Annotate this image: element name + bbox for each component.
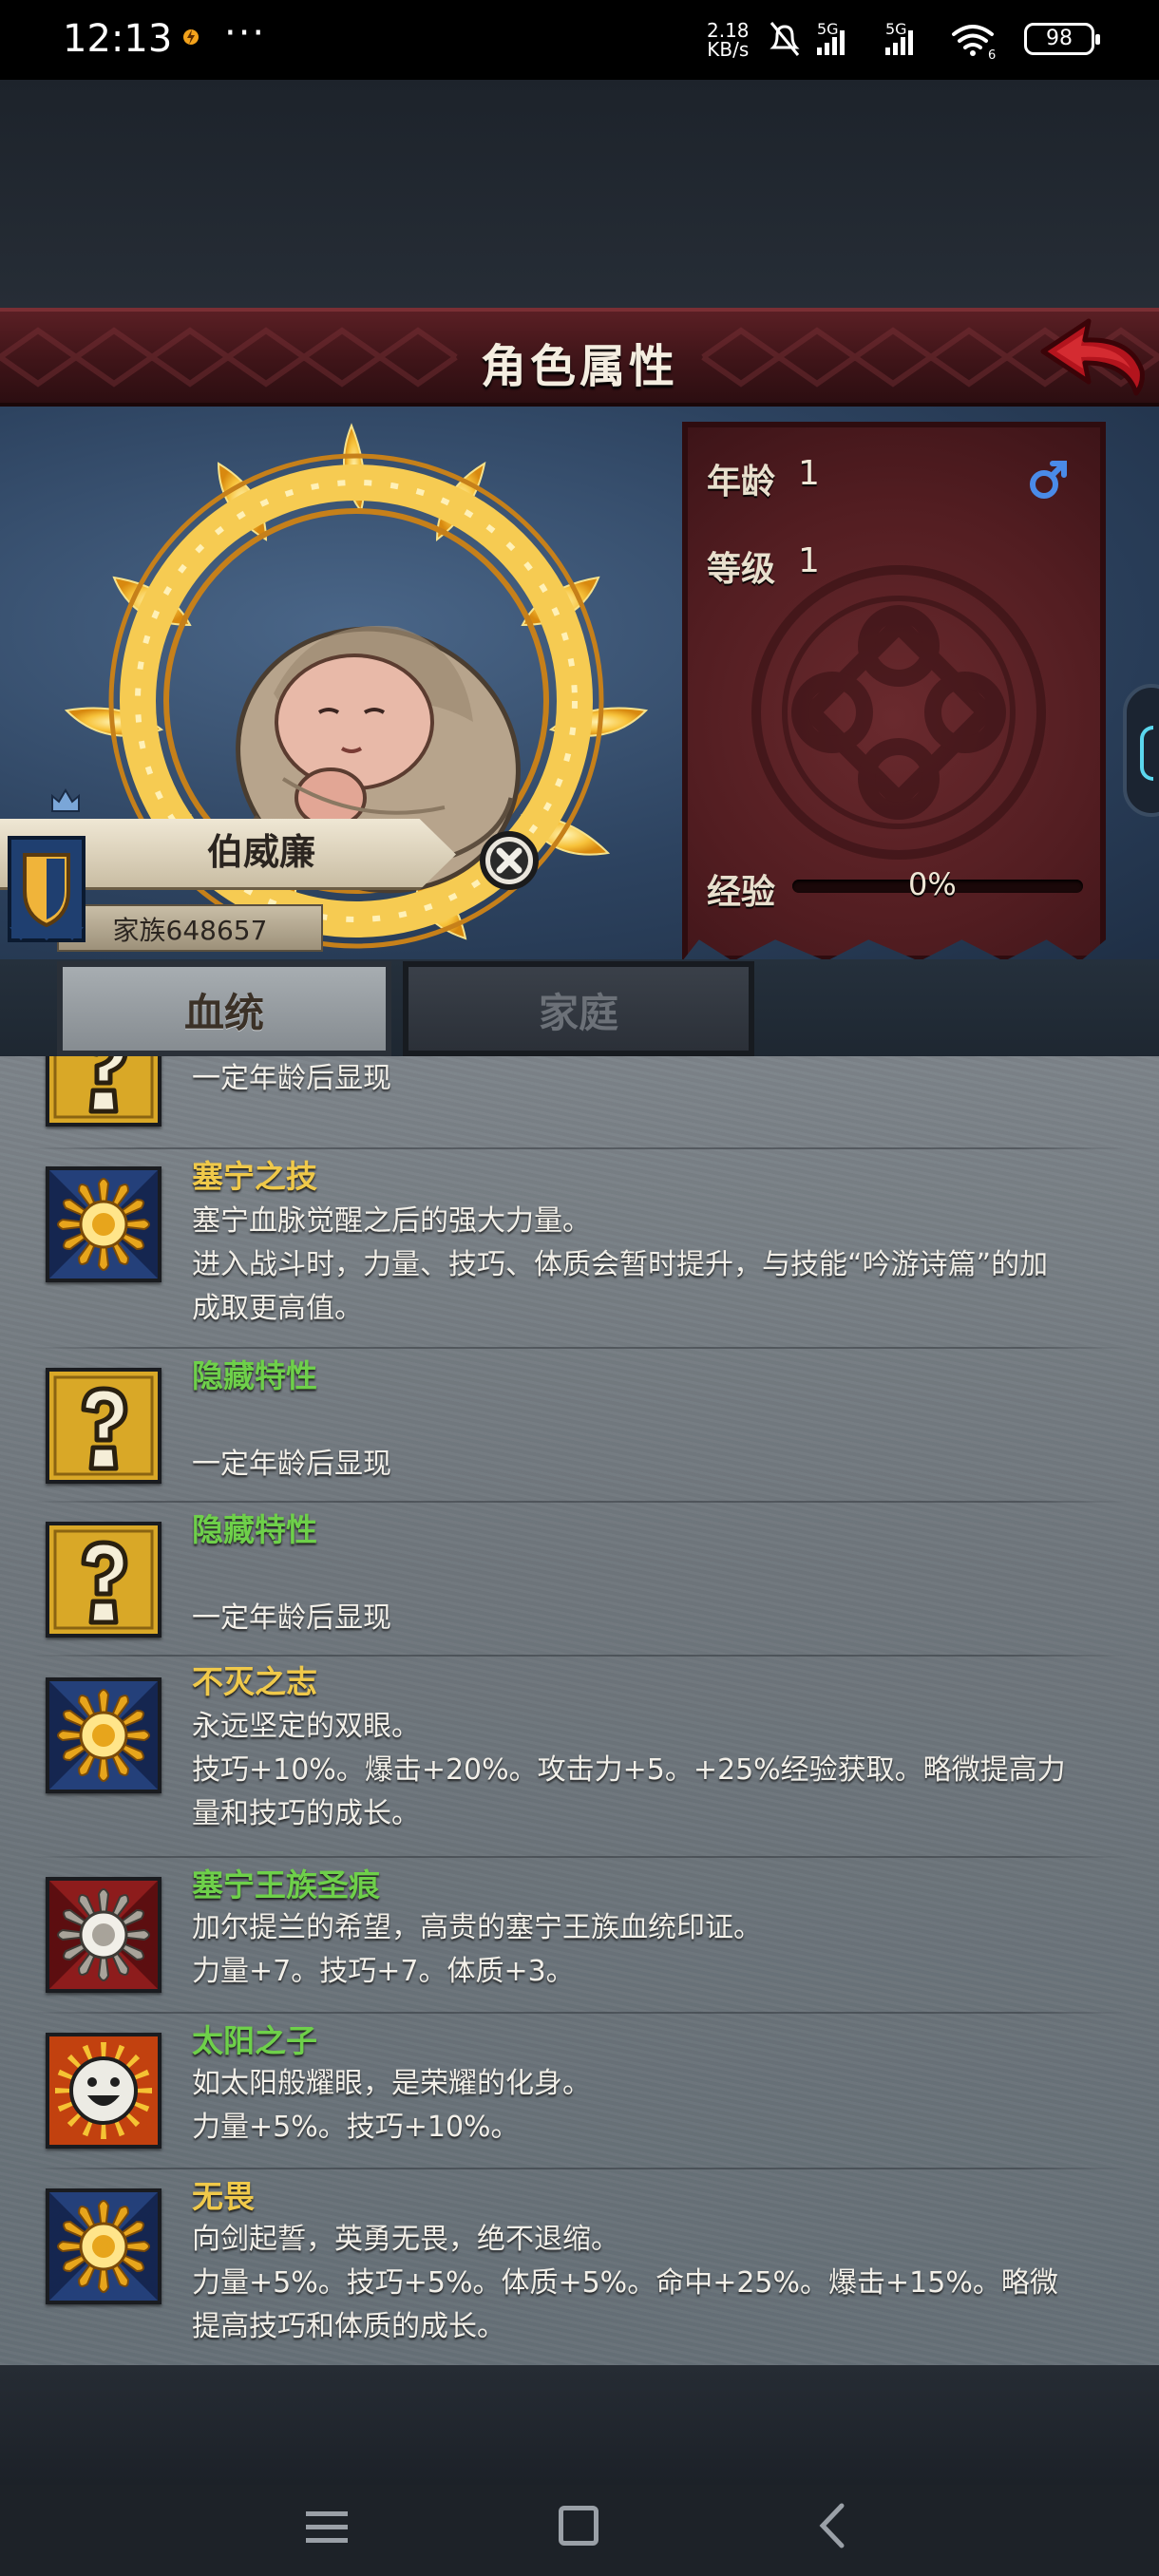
level-label: 等级 [707, 550, 776, 589]
clock: 12:13 [63, 17, 173, 61]
network-label-1: 5G [817, 20, 839, 38]
trait-description-line: 一定年龄后显现 [192, 1448, 391, 1481]
golden-sun-icon [46, 1677, 162, 1793]
back-arrow-button[interactable] [1036, 313, 1150, 399]
trait-name: 塞宁之技 [192, 1158, 317, 1195]
network-label-2: 5G [885, 20, 907, 38]
close-icon[interactable] [479, 830, 540, 891]
shield-crest-icon [8, 836, 86, 942]
recent-apps-icon[interactable] [306, 2508, 348, 2546]
trait-description-line: 力量+5%。技巧+10%。 [192, 2111, 520, 2144]
celtic-knot-emblem [751, 565, 1046, 860]
trait-description-line: 永远坚定的双眼。 [192, 1710, 420, 1743]
trait-description-line: 一定年龄后显现 [192, 1062, 391, 1095]
trait-divider [28, 1147, 1130, 1149]
trait-description-line: 量和技巧的成长。 [192, 1797, 420, 1830]
trait-description-line: 技巧+10%。爆击+20%。攻击力+5。+25%经验获取。略微提高力 [192, 1753, 1066, 1787]
nav-back-icon[interactable] [817, 2502, 846, 2549]
trait-description-line: 力量+7。技巧+7。体质+3。 [192, 1955, 575, 1988]
trait-description-line: 提高技巧和体质的成长。 [192, 2310, 505, 2343]
network-speed: 2.18 KB/s [707, 19, 750, 61]
status-bar: 12:13 ··· 2.18 KB/s 5G 5G 6 98 [0, 0, 1159, 80]
trait-name: 隐藏特性 [192, 1357, 317, 1394]
crown-icon [51, 788, 80, 812]
exp-label: 经验 [707, 873, 776, 912]
trait-name: 太阳之子 [192, 2022, 317, 2059]
wifi-badge: 6 [988, 48, 996, 61]
notification-icon [183, 29, 199, 45]
trait-description-line: 进入战斗时，力量、技巧、体质会暂时提升，与技能“吟游诗篇”的加 [192, 1248, 1049, 1281]
character-name: 伯威廉 [206, 831, 315, 873]
trait-description-line: 如太阳般耀眼，是荣耀的化身。 [192, 2067, 591, 2100]
golden-sun-icon [46, 2188, 162, 2304]
trait-description-line: 塞宁血脉觉醒之后的强大力量。 [192, 1204, 591, 1238]
trait-name: 不灭之志 [192, 1663, 317, 1700]
trait-description-line: 一定年龄后显现 [192, 1601, 391, 1635]
side-drawer-tab[interactable] [1123, 684, 1159, 817]
page-title: 角色属性 [480, 340, 678, 393]
top-backdrop [0, 80, 1159, 308]
trait-divider [28, 2168, 1130, 2169]
question-icon [46, 1056, 162, 1127]
wifi-icon [952, 25, 994, 49]
title-bar: 角色属性 [0, 308, 1159, 407]
exp-value: 0% [908, 866, 957, 902]
trait-description-line: 成取更高值。 [192, 1292, 363, 1325]
trait-description-line: 力量+5%。技巧+5%。体质+5%。命中+25%。爆击+15%。略微 [192, 2266, 1058, 2300]
age-label: 年龄 [707, 463, 776, 502]
signal-icons: 5G 5G 6 [770, 20, 996, 61]
age-value: 1 [798, 454, 820, 493]
level-value: 1 [798, 541, 820, 580]
golden-sun-icon [46, 1166, 162, 1282]
silver-sun-icon [46, 1877, 162, 1993]
trait-description-line: 向剑起誓，英勇无畏，绝不退缩。 [192, 2223, 619, 2256]
family-id: 家族648657 [112, 915, 268, 946]
trait-name: 塞宁王族圣痕 [192, 1866, 380, 1904]
question-icon [46, 1368, 162, 1484]
tab-bloodline[interactable]: 血统 [57, 961, 391, 1056]
question-icon [46, 1522, 162, 1638]
male-icon [1030, 461, 1067, 499]
home-icon[interactable] [559, 2506, 598, 2546]
bottom-backdrop [0, 2365, 1159, 2485]
mute-bell-icon [770, 22, 800, 56]
trait-divider [28, 1856, 1130, 1858]
trait-name: 无畏 [192, 2178, 255, 2215]
more-notifications-icon: ··· [224, 11, 267, 55]
trait-divider [28, 1347, 1130, 1349]
trait-list[interactable]: 一定年龄后显现 塞宁之技 塞宁血脉觉醒之后的强大力量。 进入战斗时，力量、技巧、体质会… [0, 1056, 1159, 2365]
trait-divider [28, 2012, 1130, 2014]
trait-description-line: 加尔提兰的希望，高贵的塞宁王族血统印证。 [192, 1911, 762, 1944]
tab-family[interactable]: 家庭 [403, 961, 754, 1056]
trait-name: 隐藏特性 [192, 1511, 317, 1548]
battery-icon: 98 [1024, 23, 1100, 55]
smiley-face-icon [46, 2033, 162, 2149]
trait-divider [28, 1501, 1130, 1503]
